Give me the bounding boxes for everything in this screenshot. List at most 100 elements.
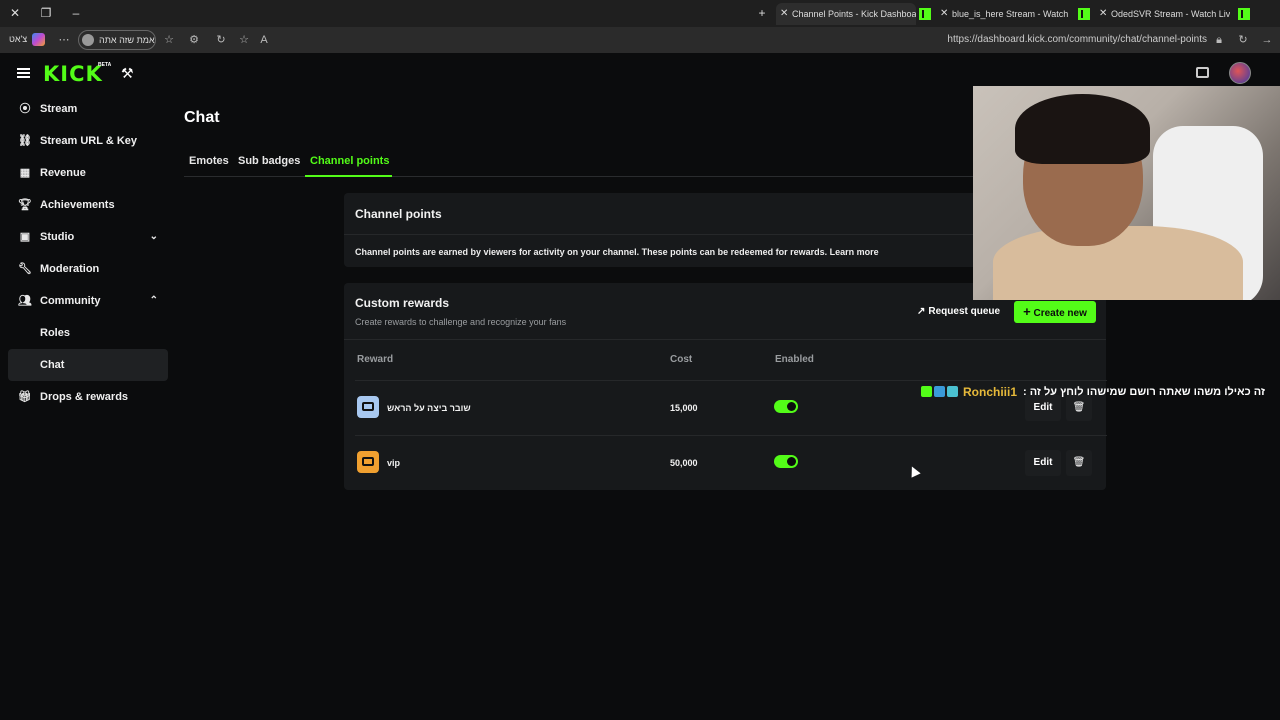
sidebar-item-drops-rewards[interactable]: 🎁︎ Drops & rewards [8,381,168,413]
sidebar-item-label: Achievements [40,199,115,211]
avatar [82,34,94,46]
sidebar-item-label: Stream [40,103,78,115]
browser-tab-2[interactable]: ✕ blue_is_here Stream - Watch Live o [936,3,1071,25]
create-new-label: Create new [1033,308,1087,319]
row-divider [355,435,1107,436]
sidebar-item-chat[interactable]: Chat [8,349,168,381]
restore-window-icon[interactable]: ❐ [38,5,54,21]
tab-emotes[interactable]: Emotes [189,155,229,167]
reload-icon[interactable]: ↻ [1236,33,1250,47]
edit-button[interactable]: Edit [1025,450,1061,476]
url-field[interactable]: https://dashboard.kick.com/community/cha… [947,34,1207,45]
person-hair [1015,94,1150,164]
chat-tabs: Emotes Sub badges Channel points [184,151,974,177]
tab-channel-points[interactable]: Channel points [310,155,389,167]
new-tab-icon[interactable]: + [754,5,770,21]
sidebar-item-revenue[interactable]: ▦ Revenue [8,157,168,189]
broadcast-icon: ⦿ [19,103,31,115]
more-icon[interactable]: ⋯ [57,33,71,47]
ticket-icon [362,457,374,466]
active-tab-indicator [305,175,392,177]
studio-icon[interactable] [1196,67,1209,78]
chat-message: זה כאילו משהו שאתה רושם שמישהו לוחץ על ז… [1023,386,1265,398]
kick-favicon-icon [919,8,931,20]
minimize-window-icon[interactable]: – [68,5,84,21]
chat-username: Ronchiii1 [963,385,1018,399]
copilot-icon[interactable] [32,33,45,46]
sidebar-item-moderation[interactable]: 🔧︎ Moderation [8,253,168,285]
community-icon: 👥︎ [18,295,32,307]
refresh-icon[interactable]: ↻ [214,33,228,47]
read-aloud-icon[interactable]: A [257,33,271,47]
enabled-toggle[interactable] [774,455,798,468]
channel-points-description: Channel points are earned by viewers for… [355,247,879,257]
card-title: Custom rewards [355,296,450,310]
sidebar: ⦿ Stream ⛓ Stream URL & Key ▦ Revenue 🏆︎… [8,93,168,413]
sidebar-item-studio[interactable]: ▣ Studio ⌄ [8,221,168,253]
column-header-reward: Reward [357,354,394,365]
revenue-icon: ▦ [19,167,31,179]
sidebar-item-label: Stream URL & Key [40,135,137,147]
browser-tab-label: blue_is_here Stream - Watch Live o [952,9,1071,19]
chevron-up-icon[interactable]: ⌃ [150,285,158,317]
reward-cost: 15,000 [670,403,698,413]
sidebar-item-stream-url-key[interactable]: ⛓ Stream URL & Key [8,125,168,157]
sidebar-item-label: Chat [40,359,65,371]
sidebar-item-roles[interactable]: Roles [8,317,168,349]
gift-badge-icon [947,386,958,397]
favorites-icon[interactable]: ☆ [162,33,176,47]
kick-dashboard: KICK BETA ⚒ ⦿ Stream ⛓ Stream URL & Key … [0,53,1280,720]
kick-badge-icon [921,386,932,397]
profile-label: אמת שזה אתה [99,35,155,45]
subscriber-badge-icon [934,386,945,397]
browser-tab-label: Channel Points - Kick Dashboard [792,9,916,19]
sidebar-item-stream[interactable]: ⦿ Stream [8,93,168,125]
external-link-icon: ↗ [917,306,926,317]
close-window-icon[interactable]: ✕ [7,5,23,21]
wrench-icon: 🔧︎ [18,263,32,275]
person-shirt [993,226,1243,300]
create-new-button[interactable]: + Create new [1014,301,1096,323]
sidebar-item-label: Drops & rewards [40,391,129,403]
tab-sub-badges[interactable]: Sub badges [238,155,300,167]
hammer-icon[interactable]: ⚒ [121,65,134,82]
browser-tab-label: OdedSVR Stream - Watch Live on [1111,9,1230,19]
column-header-cost: Cost [670,354,693,365]
browser-tab-1[interactable]: ✕ Channel Points - Kick Dashboard [776,3,916,25]
gift-icon: 🎁︎ [18,391,32,403]
reward-name: vip [387,458,401,468]
sidebar-item-label: Revenue [40,167,86,179]
close-icon[interactable]: ✕ [1099,3,1107,25]
page-title: Chat [184,109,220,126]
reward-name: שובר ביצה על הראש [387,403,471,413]
kick-logo[interactable]: KICK [43,62,103,86]
sidebar-label[interactable]: צ'אט [9,34,27,44]
reward-icon [357,396,379,418]
webcam-overlay [973,86,1280,300]
profile-button[interactable]: אמת שזה אתה [78,30,156,50]
star-icon[interactable]: ☆ [237,33,251,47]
kick-favicon-icon [1078,8,1090,20]
reward-icon [357,451,379,473]
browser-tab-3[interactable]: ✕ OdedSVR Stream - Watch Live on [1095,3,1230,25]
close-icon[interactable]: ✕ [780,3,788,25]
kick-favicon-icon [1238,8,1250,20]
forward-icon[interactable]: → [1260,33,1274,47]
sidebar-item-community[interactable]: 👥︎ Community ⌃ [8,285,168,317]
menu-icon[interactable] [17,68,30,78]
row-divider [355,380,1107,381]
beta-badge: BETA [98,62,112,68]
request-queue-button[interactable]: ↗ Request queue [917,306,1000,317]
sidebar-item-achievements[interactable]: 🏆︎ Achievements [8,189,168,221]
avatar[interactable] [1229,62,1251,84]
ticket-icon [362,402,374,411]
close-icon[interactable]: ✕ [940,3,948,25]
extensions-icon[interactable]: ⚙ [187,33,201,47]
card-subtitle: Create rewards to challenge and recogniz… [355,317,567,327]
trash-icon[interactable]: 🗑︎ [1066,450,1092,476]
reward-cost: 50,000 [670,458,698,468]
browser-tabbar: ✕ ❐ – + ✕ Channel Points - Kick Dashboar… [0,0,1280,27]
card-title: Channel points [355,207,442,221]
enabled-toggle[interactable] [774,400,798,413]
chevron-down-icon[interactable]: ⌄ [150,221,158,253]
